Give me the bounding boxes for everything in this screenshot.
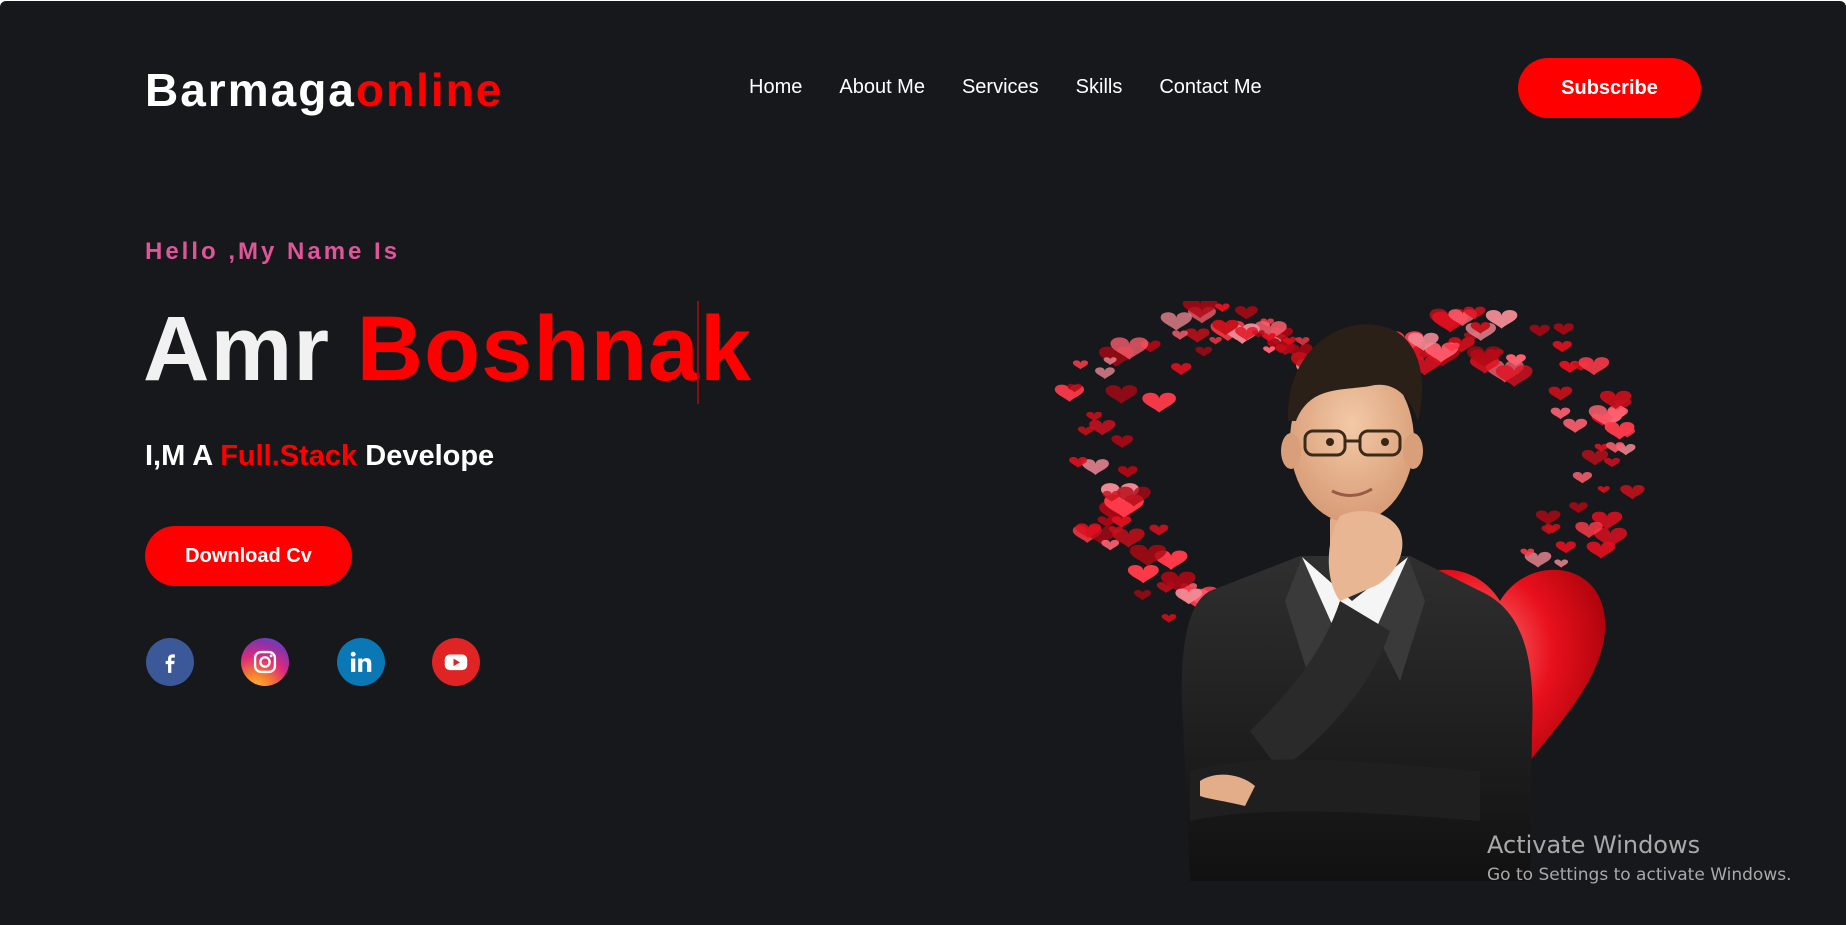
small-heart bbox=[1160, 312, 1192, 331]
role-highlight: Full.Stack bbox=[220, 440, 358, 472]
brand-logo-part1: Barmaga bbox=[145, 64, 356, 116]
small-heart bbox=[1117, 466, 1138, 478]
small-heart bbox=[1552, 340, 1572, 353]
small-heart bbox=[1597, 486, 1610, 494]
small-heart bbox=[1105, 385, 1138, 404]
nav-skills[interactable]: Skills bbox=[1076, 76, 1123, 99]
small-heart bbox=[1529, 324, 1550, 337]
brand-logo[interactable]: Barmagaonline bbox=[145, 63, 503, 117]
small-heart bbox=[1572, 472, 1593, 484]
small-heart bbox=[1578, 357, 1610, 376]
small-heart bbox=[1215, 303, 1230, 313]
small-heart bbox=[1494, 301, 1496, 302]
portfolio-page: Barmagaonline Home About Me Services Ski… bbox=[0, 1, 1846, 925]
nav-contact-me[interactable]: Contact Me bbox=[1159, 76, 1261, 99]
facebook-icon[interactable] bbox=[146, 638, 194, 686]
small-heart bbox=[1553, 323, 1574, 336]
small-heart bbox=[1161, 614, 1177, 623]
small-heart bbox=[1101, 539, 1120, 551]
small-heart bbox=[1209, 337, 1222, 345]
role-suffix: Develope bbox=[357, 440, 495, 472]
watermark-subtitle: Go to Settings to activate Windows. bbox=[1487, 865, 1792, 885]
small-heart bbox=[1263, 346, 1276, 354]
small-heart bbox=[1149, 524, 1169, 536]
small-heart bbox=[1620, 485, 1645, 500]
small-heart bbox=[1548, 386, 1573, 401]
small-heart bbox=[1550, 407, 1571, 420]
brand-logo-part2: online bbox=[355, 64, 504, 116]
download-cv-button[interactable]: Download Cv bbox=[145, 526, 352, 586]
small-heart bbox=[1142, 392, 1176, 413]
hero-illustration bbox=[1054, 301, 1645, 881]
hero-first-name: Amr bbox=[143, 298, 331, 400]
greeting-text: Hello ,My Name Is bbox=[145, 238, 401, 265]
small-heart bbox=[1171, 363, 1192, 376]
small-heart bbox=[1604, 457, 1621, 468]
small-heart bbox=[1581, 449, 1609, 466]
small-heart bbox=[1072, 360, 1089, 370]
hero-role: I,M A Full.Stack Develope bbox=[145, 440, 494, 473]
nav-services[interactable]: Services bbox=[962, 76, 1039, 99]
role-prefix: I,M A bbox=[145, 440, 221, 472]
nav-about-me[interactable]: About Me bbox=[839, 76, 925, 99]
activate-windows-watermark: Activate Windows Go to Settings to activ… bbox=[1487, 831, 1792, 885]
small-heart bbox=[1111, 435, 1134, 449]
small-heart bbox=[1563, 418, 1588, 433]
small-heart bbox=[1095, 367, 1115, 380]
linkedin-icon[interactable] bbox=[337, 638, 385, 686]
small-heart bbox=[1185, 328, 1210, 343]
main-nav: Home About Me Services Skills Contact Me bbox=[749, 76, 1299, 99]
typing-caret bbox=[697, 301, 699, 404]
small-heart bbox=[1089, 419, 1116, 436]
nav-home[interactable]: Home bbox=[749, 76, 802, 99]
subscribe-button[interactable]: Subscribe bbox=[1518, 58, 1701, 118]
small-heart bbox=[1129, 544, 1167, 567]
watermark-title: Activate Windows bbox=[1487, 831, 1701, 859]
person-photo bbox=[1181, 324, 1533, 881]
small-heart bbox=[1554, 559, 1569, 568]
small-heart bbox=[1172, 330, 1188, 340]
small-heart bbox=[1127, 565, 1159, 584]
small-heart bbox=[1235, 306, 1258, 320]
hero-last-name: Boshnak bbox=[356, 298, 753, 400]
small-heart bbox=[1195, 346, 1213, 357]
small-heart bbox=[1134, 590, 1152, 601]
small-heart bbox=[1086, 411, 1103, 422]
small-heart bbox=[1535, 510, 1561, 526]
small-heart bbox=[1555, 541, 1576, 554]
youtube-icon[interactable] bbox=[432, 638, 480, 686]
small-heart bbox=[1569, 502, 1588, 514]
hero-name: Amr Boshnak bbox=[143, 297, 752, 402]
instagram-icon[interactable] bbox=[241, 638, 289, 686]
